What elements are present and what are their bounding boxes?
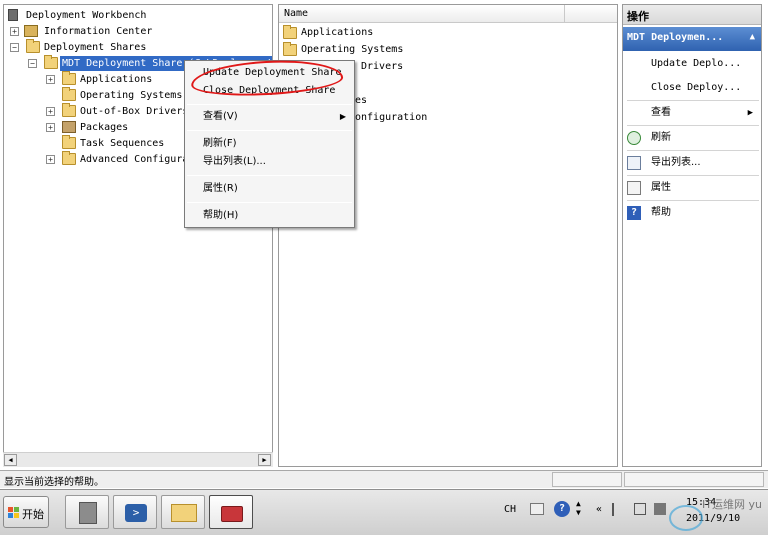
- help-icon: ?: [627, 206, 641, 220]
- divider: [627, 150, 759, 151]
- column-divider[interactable]: [564, 5, 565, 23]
- folder-icon: [283, 42, 297, 56]
- taskbar-server-manager[interactable]: [65, 495, 109, 529]
- language-indicator[interactable]: CH: [504, 504, 516, 515]
- action-properties[interactable]: 属性: [627, 177, 759, 199]
- show-hidden-icons-icon[interactable]: «: [596, 504, 602, 515]
- expand-icon[interactable]: +: [46, 107, 55, 116]
- notification-area: CH ? ▲ ▼ « 15:34 2011/9/10: [496, 495, 764, 531]
- help-tray-icon[interactable]: ?: [554, 501, 570, 517]
- menu-item-help[interactable]: 帮助(H): [187, 207, 352, 225]
- folder-icon: [62, 151, 76, 165]
- folder-icon: [283, 25, 297, 39]
- folder-icon: [62, 71, 76, 85]
- menu-item-view[interactable]: 查看(V) ▶: [187, 108, 352, 126]
- taskbar-deployment-workbench[interactable]: [209, 495, 253, 529]
- network-icon[interactable]: [634, 503, 646, 515]
- action-close-deployment-share[interactable]: Close Deploy...: [627, 77, 759, 99]
- menu-separator: [187, 104, 352, 105]
- status-bar: 显示当前选择的帮助。: [0, 470, 768, 488]
- status-cell: [552, 472, 622, 487]
- folder-icon: [62, 103, 76, 117]
- submenu-arrow-icon: ▶: [747, 108, 753, 118]
- mmc-window: Deployment Workbench + Information Cente…: [0, 0, 768, 539]
- taskbar: 开始 > CH ? ▲ ▼ « 15:34 2011/9/10: [0, 489, 768, 535]
- menu-item-export-list[interactable]: 导出列表(L)...: [187, 153, 352, 171]
- collapse-icon[interactable]: −: [28, 59, 37, 68]
- refresh-icon: [627, 131, 641, 145]
- collapse-icon[interactable]: −: [10, 43, 19, 52]
- menu-item-update-deployment-share[interactable]: Update Deployment Share: [187, 64, 352, 82]
- tree-horizontal-scrollbar[interactable]: ◀ ▶: [3, 452, 273, 467]
- clock-time[interactable]: 15:34: [686, 497, 716, 508]
- actions-pane: 操作 MDT Deploymen... ▲ Update Deplo... Cl…: [622, 4, 762, 467]
- collapse-up-icon[interactable]: ▲: [750, 32, 755, 42]
- action-view[interactable]: 查看 ▶: [627, 102, 759, 124]
- export-icon: [627, 156, 641, 170]
- volume-icon[interactable]: [654, 503, 666, 515]
- status-cell: [624, 472, 764, 487]
- keyboard-icon[interactable]: [530, 503, 544, 515]
- expand-icon[interactable]: +: [46, 75, 55, 84]
- column-header-name[interactable]: Name: [279, 5, 617, 23]
- clock-date[interactable]: 2011/9/10: [686, 513, 740, 524]
- menu-item-close-deployment-share[interactable]: Close Deployment Share: [187, 82, 352, 100]
- folder-icon: [62, 87, 76, 101]
- folder-icon: [62, 135, 76, 149]
- package-icon: [62, 121, 76, 133]
- menu-item-refresh[interactable]: 刷新(F): [187, 135, 352, 153]
- actions-title: 操作: [623, 5, 761, 25]
- divider: [627, 175, 759, 176]
- properties-icon: [627, 181, 641, 195]
- action-export-list[interactable]: 导出列表...: [627, 152, 759, 174]
- menu-item-properties[interactable]: 属性(R): [187, 180, 352, 198]
- menu-separator: [187, 202, 352, 203]
- info-center-icon: [24, 25, 38, 37]
- action-refresh[interactable]: 刷新: [627, 127, 759, 149]
- windows-logo-icon: [8, 507, 20, 519]
- taskbar-explorer[interactable]: [161, 495, 205, 529]
- actions-section-header[interactable]: MDT Deploymen... ▲: [623, 27, 761, 51]
- tray-scroll-icon[interactable]: ▲ ▼: [576, 499, 581, 517]
- divider: [627, 200, 759, 201]
- divider: [627, 125, 759, 126]
- taskbar-powershell[interactable]: >: [113, 495, 157, 529]
- expand-icon[interactable]: +: [46, 123, 55, 132]
- toolbox-icon: [221, 506, 243, 522]
- server-icon: [79, 502, 97, 524]
- scroll-right-icon[interactable]: ▶: [258, 454, 271, 466]
- powershell-icon: >: [125, 504, 147, 522]
- context-menu: Update Deployment Share Close Deployment…: [184, 60, 355, 228]
- action-center-flag-icon[interactable]: [612, 503, 624, 516]
- expand-icon[interactable]: +: [10, 27, 19, 36]
- status-text: 显示当前选择的帮助。: [4, 477, 104, 488]
- action-update-deployment-share[interactable]: Update Deplo...: [627, 53, 759, 75]
- share-folder-icon: [44, 55, 58, 69]
- action-help[interactable]: ? 帮助: [627, 202, 759, 224]
- scroll-left-icon[interactable]: ◀: [4, 454, 17, 466]
- folder-icon: [26, 39, 40, 53]
- workbench-icon: [8, 9, 18, 21]
- explorer-folder-icon: [171, 504, 197, 522]
- expand-icon[interactable]: +: [46, 155, 55, 164]
- menu-separator: [187, 130, 352, 131]
- menu-separator: [187, 175, 352, 176]
- submenu-arrow-icon: ▶: [339, 112, 346, 121]
- divider: [627, 100, 759, 101]
- start-button[interactable]: 开始: [3, 496, 49, 528]
